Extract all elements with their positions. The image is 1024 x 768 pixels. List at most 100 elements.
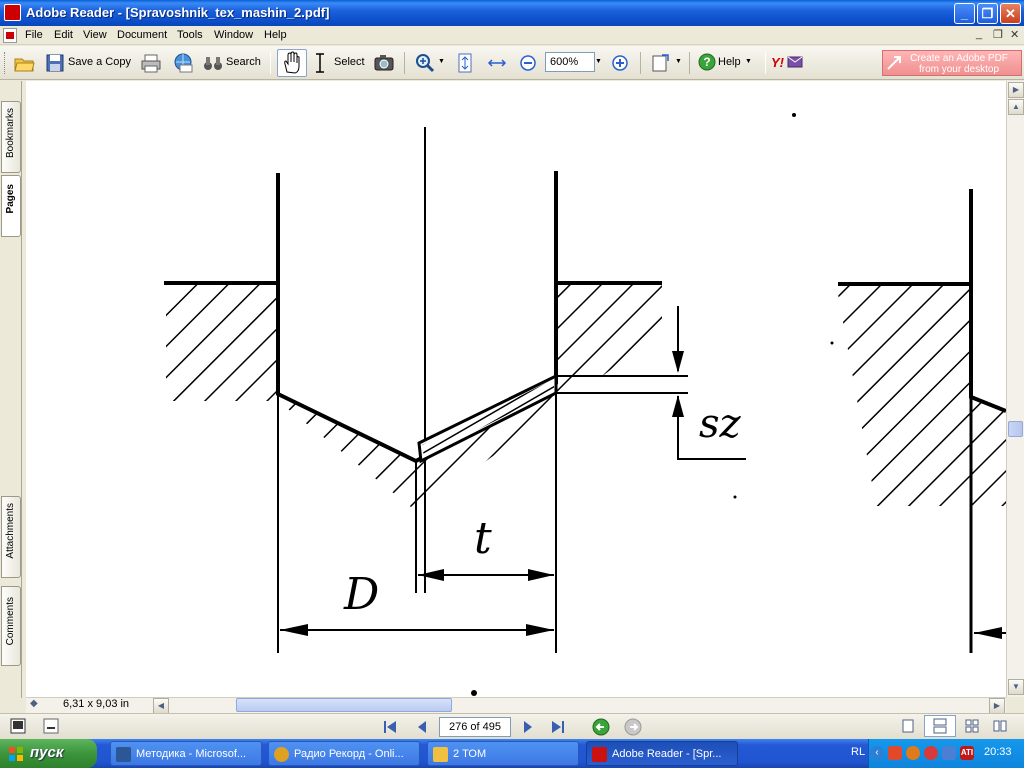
create-pdf-line-2: from your desktop	[918, 64, 1000, 75]
hand-tool-button[interactable]	[277, 49, 307, 77]
help-icon[interactable]: ?	[698, 53, 716, 71]
tray-network-icon[interactable]	[942, 746, 956, 760]
scroll-left-button[interactable]: ◀	[153, 698, 169, 714]
pdf-document-icon[interactable]	[3, 28, 17, 43]
zoom-in-icon[interactable]	[414, 52, 436, 74]
panel-resize-icon[interactable]: ◆	[30, 698, 38, 709]
title-bar[interactable]: Adobe Reader - [Spravoshnik_tex_mashin_2…	[0, 0, 1024, 26]
horizontal-scrollbar[interactable]	[26, 697, 1006, 713]
taskbar-item-word[interactable]: Методика - Microsof...	[110, 741, 262, 766]
menu-tools[interactable]: Tools	[177, 29, 203, 41]
scroll-down-button[interactable]: ▼	[1008, 679, 1024, 695]
taskbar-item-label: Радио Рекорд - Onli...	[294, 748, 404, 760]
dimension-label-d: D	[344, 569, 380, 620]
tab-attachments[interactable]: Attachments	[1, 496, 21, 578]
page-number-input[interactable]: 276 of 495	[439, 717, 511, 737]
tab-pages[interactable]: Pages	[1, 175, 21, 237]
toolbar-separator	[689, 52, 690, 74]
folder-icon	[433, 747, 448, 762]
zoom-out-icon[interactable]	[519, 54, 537, 72]
taskbar-item-adobe-reader[interactable]: Adobe Reader - [Spr...	[586, 741, 738, 766]
tab-comments[interactable]: Comments	[1, 586, 21, 666]
next-page-icon[interactable]	[519, 718, 537, 736]
create-pdf-banner[interactable]: Create an Adobe PDF from your desktop	[882, 50, 1022, 76]
menu-window[interactable]: Window	[214, 29, 253, 41]
close-button[interactable]: ✕	[1000, 3, 1021, 24]
document-view[interactable]: t D sz	[26, 81, 1006, 697]
fit-page-icon[interactable]	[456, 52, 474, 74]
print-icon[interactable]	[140, 52, 162, 74]
create-pdf-line-1: Create an Adobe PDF	[910, 53, 1008, 64]
menu-edit[interactable]: Edit	[54, 29, 73, 41]
tray-alert-icon[interactable]	[924, 746, 938, 760]
facing-pages-icon[interactable]	[964, 718, 980, 734]
scroll-right-button[interactable]: ▶	[989, 698, 1005, 714]
horizontal-scroll-thumb[interactable]	[236, 698, 452, 712]
hide-pane-icon[interactable]	[43, 718, 59, 734]
dimension-label-t: t	[474, 513, 492, 564]
taskbar-item-browser[interactable]: Радио Рекорд - Onli...	[268, 741, 420, 766]
toolbar-separator	[640, 52, 641, 74]
vertical-scrollbar[interactable]: ▶ ▲ ▼	[1006, 81, 1024, 697]
page-size-label: 6,31 x 9,03 in	[63, 698, 130, 710]
zoom-in-dropdown-icon[interactable]: ▼	[438, 58, 445, 65]
previous-page-icon[interactable]	[413, 718, 431, 736]
go-forward-icon[interactable]	[624, 718, 642, 736]
system-clock[interactable]: 20:33	[984, 746, 1012, 758]
restore-button[interactable]: ❐	[977, 3, 998, 24]
snapshot-camera-icon[interactable]	[373, 53, 395, 73]
help-dropdown-icon[interactable]: ▼	[745, 58, 752, 65]
language-indicator[interactable]: RL	[851, 746, 865, 758]
select-tool-button[interactable]: Select	[334, 56, 365, 68]
continuous-page-icon	[933, 718, 947, 734]
email-globe-icon[interactable]	[172, 52, 194, 74]
scroll-up-arrow-icon[interactable]: ▶	[1008, 82, 1024, 98]
scroll-up-button[interactable]: ▲	[1008, 99, 1024, 115]
minimize-button[interactable]: _	[954, 3, 975, 24]
zoom-dropdown-icon[interactable]: ▼	[595, 52, 605, 72]
zoom-increase-icon[interactable]	[611, 54, 629, 72]
text-cursor-icon[interactable]	[313, 52, 329, 74]
doc-minimize-button[interactable]: _	[976, 28, 982, 40]
continuous-facing-icon[interactable]	[992, 718, 1008, 734]
go-back-icon[interactable]	[592, 718, 610, 736]
save-icon[interactable]	[44, 52, 66, 74]
rotate-view-icon[interactable]	[650, 52, 672, 74]
rotate-dropdown-icon[interactable]: ▼	[675, 58, 682, 65]
word-icon	[116, 747, 131, 762]
menu-file[interactable]: File	[25, 29, 43, 41]
show-nav-pane-icon[interactable]	[10, 718, 26, 734]
open-folder-icon[interactable]	[13, 52, 35, 74]
search-button[interactable]: Search	[226, 56, 261, 68]
save-copy-button[interactable]: Save a Copy	[68, 56, 131, 68]
toolbar-grip[interactable]	[4, 52, 7, 74]
menu-view[interactable]: View	[83, 29, 107, 41]
start-button[interactable]: пуск	[0, 739, 97, 768]
taskbar-item-label: Adobe Reader - [Spr...	[612, 748, 722, 760]
doc-restore-button[interactable]: ❐	[993, 28, 1003, 41]
single-page-icon[interactable]	[900, 718, 916, 734]
tray-expand-icon[interactable]: ‹	[870, 746, 884, 760]
status-bar: 276 of 495	[0, 713, 1024, 739]
yahoo-toolbar-button[interactable]: Y!	[771, 55, 784, 70]
continuous-view-button[interactable]	[924, 715, 956, 737]
last-page-icon[interactable]	[549, 718, 567, 736]
vertical-scroll-thumb[interactable]	[1008, 421, 1023, 437]
chrome-icon	[274, 747, 289, 762]
menu-document[interactable]: Document	[117, 29, 167, 41]
tray-ati-icon[interactable]: ATI	[960, 746, 974, 760]
workpiece-hatch-right	[836, 283, 1006, 506]
first-page-icon[interactable]	[381, 718, 399, 736]
taskbar-item-folder[interactable]: 2 ТОМ	[427, 741, 579, 766]
tray-antivirus-icon[interactable]	[888, 746, 902, 760]
zoom-level-input[interactable]: 600%	[545, 52, 595, 72]
help-button[interactable]: Help	[718, 56, 741, 68]
fit-width-icon[interactable]	[486, 52, 508, 74]
doc-close-button[interactable]: ✕	[1010, 28, 1019, 41]
navigation-panel: Bookmarks Pages Attachments Comments	[0, 81, 22, 698]
tray-update-icon[interactable]	[906, 746, 920, 760]
tab-bookmarks[interactable]: Bookmarks	[1, 101, 21, 173]
menu-help[interactable]: Help	[264, 29, 287, 41]
toolbar-separator	[404, 52, 405, 74]
binoculars-icon[interactable]	[202, 52, 224, 74]
